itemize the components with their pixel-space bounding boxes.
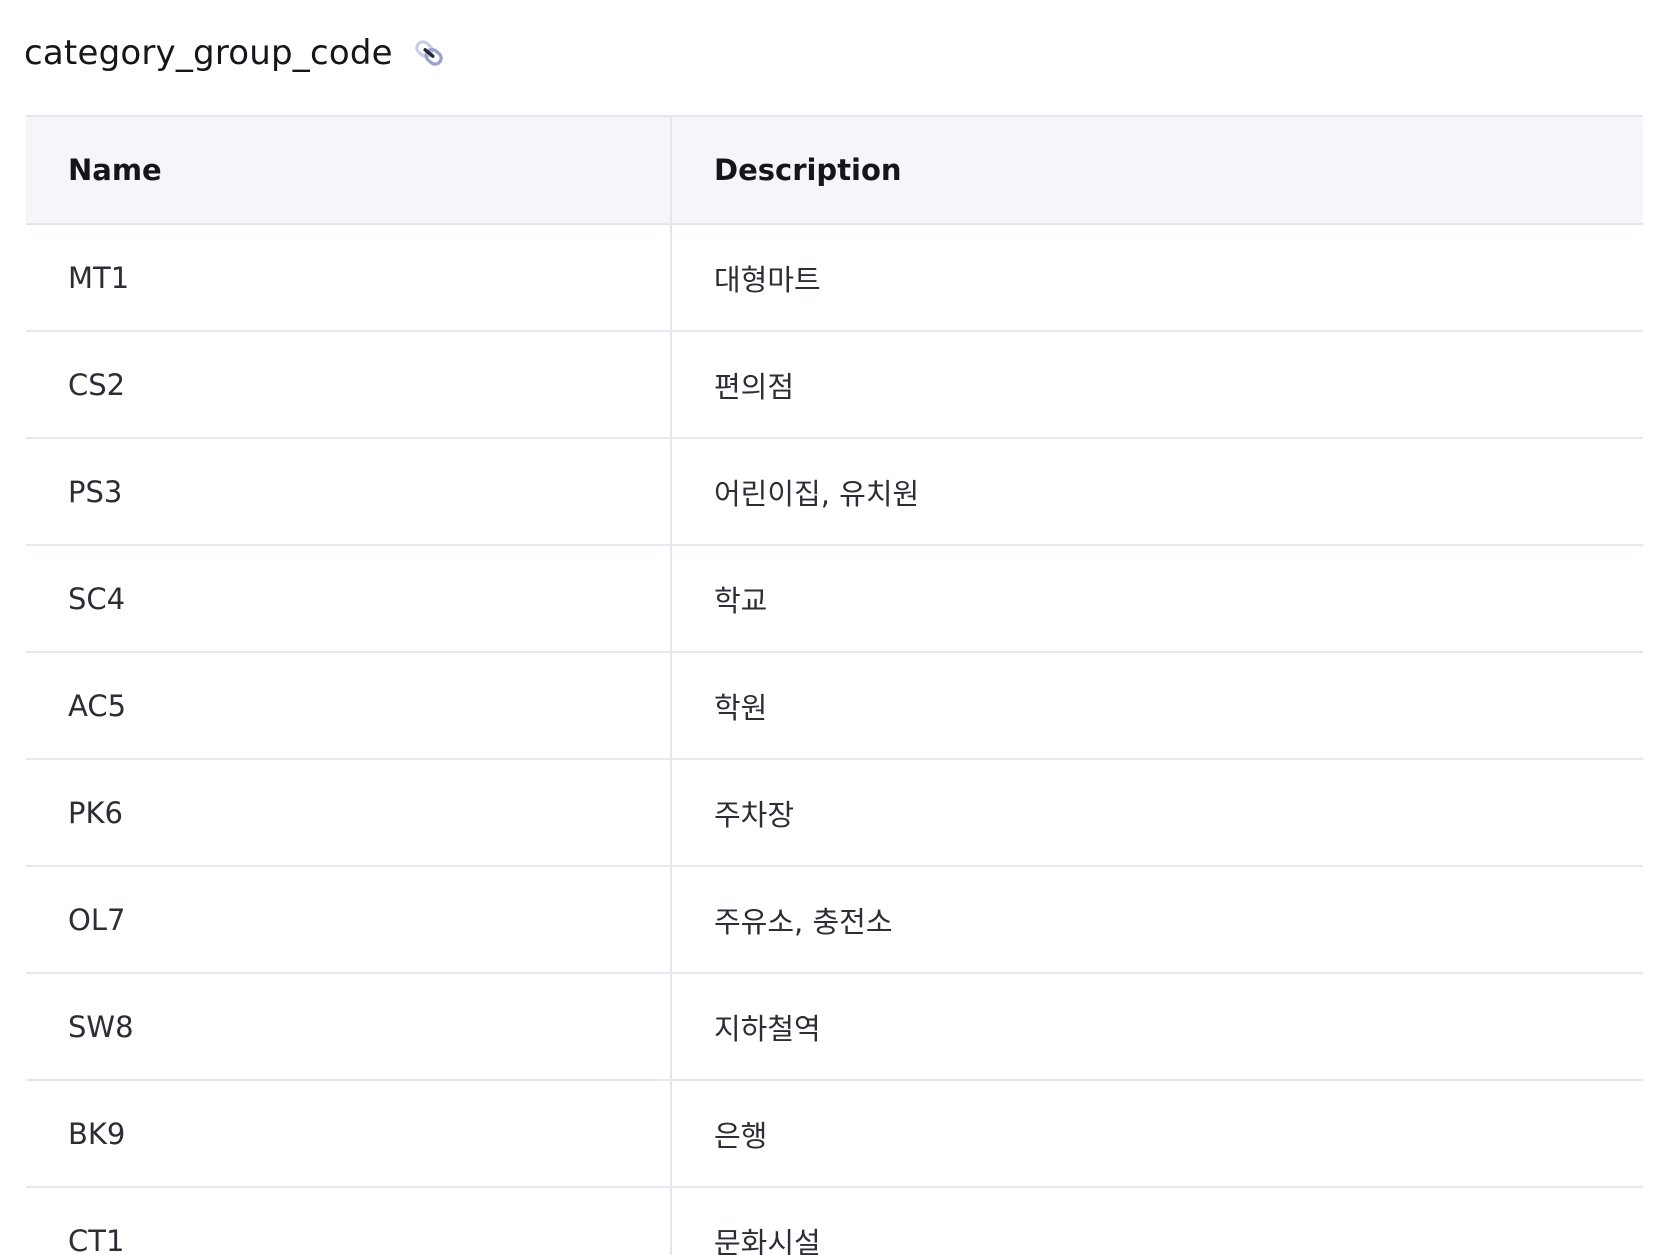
table-row: PK6 주차장 [26, 759, 1643, 867]
table-row: MT1 대형마트 [26, 224, 1643, 332]
cell-name: MT1 [26, 224, 671, 332]
cell-name: AC5 [26, 652, 671, 760]
table-header-row: Name Description [26, 115, 1643, 225]
cell-description: 문화시설 [670, 1187, 1643, 1255]
table-row: PS3 어린이집, 유치원 [26, 438, 1643, 546]
section-title: category_group_code [24, 33, 393, 73]
cell-description: 대형마트 [670, 224, 1643, 332]
cell-description: 주차장 [670, 759, 1643, 867]
cell-description: 은행 [670, 1080, 1643, 1188]
cell-name: BK9 [26, 1080, 671, 1188]
table-row: SC4 학교 [26, 545, 1643, 653]
table-row: SW8 지하철역 [26, 973, 1643, 1081]
cell-name: PS3 [26, 438, 671, 546]
table-row: CS2 편의점 [26, 331, 1643, 439]
cell-name: CS2 [26, 331, 671, 439]
cell-description: 주유소, 충전소 [670, 866, 1643, 974]
cell-name: OL7 [26, 866, 671, 974]
table-row: OL7 주유소, 충전소 [26, 866, 1643, 974]
table-row: BK9 은행 [26, 1080, 1643, 1188]
cell-name: SC4 [26, 545, 671, 653]
column-header-name: Name [26, 115, 671, 225]
cell-name: PK6 [26, 759, 671, 867]
cell-name: SW8 [26, 973, 671, 1081]
cell-description: 어린이집, 유치원 [670, 438, 1643, 546]
table-row: CT1 문화시설 [26, 1187, 1643, 1255]
category-code-table: Name Description MT1 대형마트 CS2 편의점 PS3 어린… [26, 115, 1643, 1255]
cell-description: 학교 [670, 545, 1643, 653]
cell-name: CT1 [26, 1187, 671, 1255]
column-header-description: Description [670, 115, 1643, 225]
link-icon[interactable] [409, 33, 449, 73]
cell-description: 지하철역 [670, 973, 1643, 1081]
cell-description: 학원 [670, 652, 1643, 760]
section-heading: category_group_code [24, 28, 449, 78]
table-row: AC5 학원 [26, 652, 1643, 760]
cell-description: 편의점 [670, 331, 1643, 439]
